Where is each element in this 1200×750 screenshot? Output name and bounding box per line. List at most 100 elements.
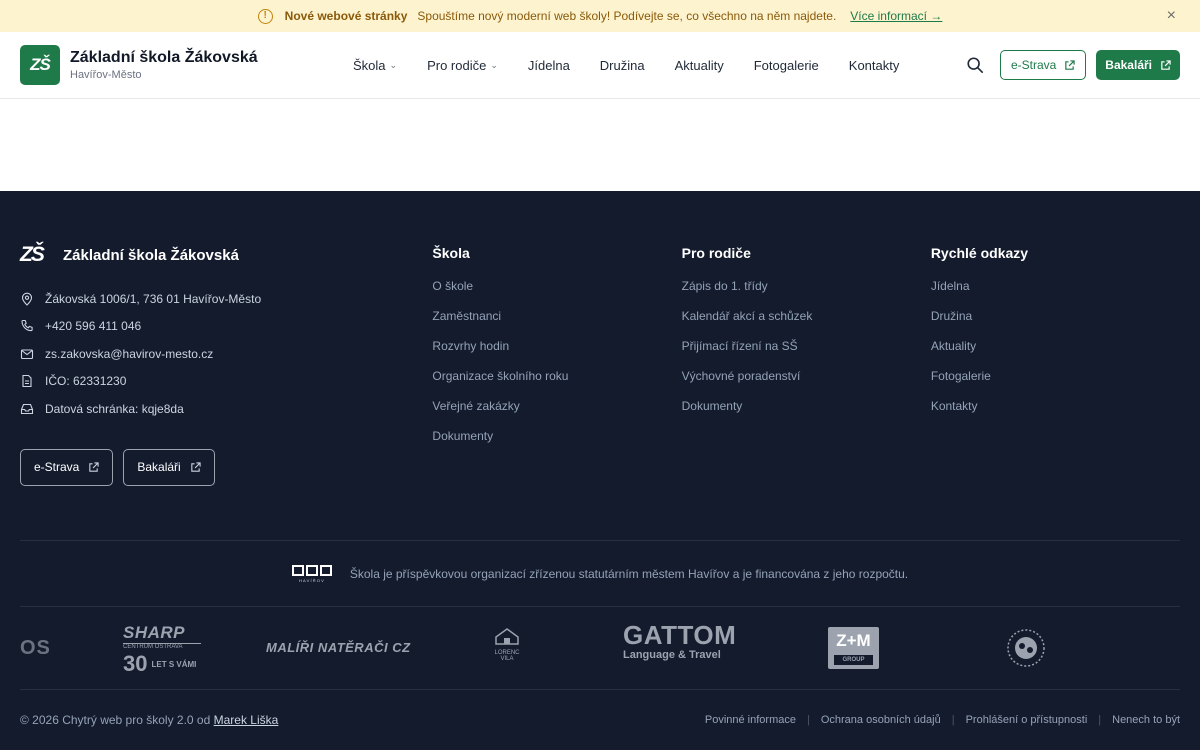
footer-link[interactable]: Dokumenty [432, 429, 681, 459]
havirov-city-logo[interactable]: HAVÍŘOV [291, 564, 332, 584]
footer-link[interactable]: Přijímací řízení na SŠ [682, 339, 931, 369]
school-name: Základní škola Žákovská [70, 49, 258, 66]
footer-top: ZŠ Základní škola Žákovská Žákovská 1006… [20, 191, 1180, 540]
site-header: ZŠ Základní škola Žákovská Havířov-Město… [0, 32, 1200, 99]
footer-brand[interactable]: ZŠ Základní škola Žákovská [20, 243, 432, 267]
legal-link-nenech-to-byt[interactable]: Nenech to být [1112, 714, 1180, 726]
nav-item-pro-rodice[interactable]: Pro rodiče ⌄ [427, 58, 498, 73]
footer-bakalari-button[interactable]: Bakaláři [123, 448, 215, 486]
sharp-logo-years: 30 [123, 651, 148, 676]
zm-logo-sub: GROUP [834, 655, 873, 665]
search-icon[interactable] [966, 56, 984, 74]
legal-links: Povinné informace | Ochrana osobních úda… [705, 714, 1180, 726]
sponsor-logo-lorenc[interactable]: LORENC VILA [490, 627, 524, 671]
footer-link[interactable]: Kalendář akcí a schůzek [682, 309, 931, 339]
contact-databox-text: Datová schránka: kqje8da [45, 401, 184, 416]
nav-item-label: Fotogalerie [753, 57, 819, 73]
sponsor-logo-malir[interactable]: MALÍŘI NATĚRAČI CZ [266, 640, 411, 655]
author-link[interactable]: Marek Liška [214, 713, 279, 727]
lorenc-logo-text: LORENC VILA [494, 650, 520, 662]
footer-link[interactable]: Jídelna [931, 279, 1180, 309]
funding-note: HAVÍŘOV Škola je příspěvkovou organizací… [20, 541, 1180, 606]
footer-logo: ZŠ [20, 243, 45, 266]
copyright: © 2026 Chytrý web pro školy 2.0 od Marek… [20, 713, 278, 727]
nav-item-kontakty[interactable]: Kontakty [849, 58, 900, 73]
main-nav: Škola ⌄ Pro rodiče ⌄ Jídelna Družina Aktua… [353, 58, 929, 73]
phone-icon [21, 320, 33, 332]
school-city: Havířov-Město [70, 69, 142, 81]
legal-link-povinne-informace[interactable]: Povinné informace [705, 714, 796, 726]
footer-column-title: Rychlé odkazy [930, 245, 1029, 261]
contact-ico-text: IČO: 62331230 [45, 374, 127, 389]
map-pin-icon [21, 292, 33, 306]
legal-link-pristupnost[interactable]: Prohlášení o přístupnosti [966, 714, 1088, 726]
nav-item-fotogalerie[interactable]: Fotogalerie [754, 58, 819, 73]
footer-estrava-button[interactable]: e-Strava [20, 448, 114, 486]
sponsor-logo-partial[interactable]: OS [20, 637, 51, 660]
sharp-logo-tag: LET S VÁMI [151, 659, 197, 669]
estrava-button[interactable]: e-Strava [999, 50, 1087, 80]
nav-item-label: Družina [599, 57, 645, 73]
contact-address: Žákovská 1006/1, 736 01 Havířov-Město [20, 285, 432, 313]
footer-estrava-label: e-Strava [34, 460, 80, 474]
mail-icon [20, 349, 34, 359]
contact-databox: Datová schránka: kqje8da [20, 395, 432, 423]
footer-school-name: Základní škola Žákovská [63, 246, 239, 264]
bakalari-button-label: Bakaláři [1105, 58, 1152, 72]
chevron-down-icon: ⌄ [490, 59, 498, 70]
page-content-blank [0, 99, 1200, 191]
external-link-icon [191, 461, 201, 472]
footer-link[interactable]: Fotogalerie [931, 369, 1180, 399]
footer-link[interactable]: Zaměstnanci [432, 309, 681, 339]
external-link-icon [1161, 59, 1171, 70]
footer-link[interactable]: Rozvrhy hodin [432, 339, 681, 369]
contact-email[interactable]: zs.zakovska@havirov-mesto.cz [20, 340, 432, 368]
close-icon[interactable]: × [1167, 7, 1176, 25]
footer-link[interactable]: Dokumenty [682, 399, 931, 429]
footer-link[interactable]: Aktuality [931, 339, 1180, 369]
footer-bottom: © 2026 Chytrý web pro školy 2.0 od Marek… [20, 690, 1180, 750]
announcement-more-link[interactable]: Více informací → [850, 9, 942, 23]
sponsor-logo-round-emblem[interactable] [1006, 628, 1046, 668]
header-actions: e-Strava Bakaláři [966, 50, 1180, 80]
contact-ico: IČO: 62331230 [20, 368, 432, 396]
legal-link-ochrana-udaju[interactable]: Ochrana osobních údajů [821, 714, 941, 726]
contact-address-text: Žákovská 1006/1, 736 01 Havířov-Město [45, 291, 262, 306]
external-link-icon [1065, 59, 1075, 70]
sponsor-logo-zm[interactable]: Z+M GROUP [828, 627, 879, 669]
announcement-text: Spouštíme nový moderní web školy! Podíve… [417, 9, 837, 23]
announcement-bar: ! Nové webové stránky Spouštíme nový mod… [0, 0, 1200, 32]
footer-link[interactable]: Zápis do 1. třídy [682, 279, 931, 309]
contact-phone[interactable]: +420 596 411 046 [20, 313, 432, 341]
gattom-logo-sub: Language & Travel [623, 649, 721, 661]
bakalari-button[interactable]: Bakaláři [1096, 50, 1180, 80]
nav-item-label: Aktuality [674, 57, 724, 73]
inbox-icon [20, 403, 34, 414]
footer-link[interactable]: O škole [432, 279, 681, 309]
separator: | [1098, 714, 1102, 726]
separator: | [951, 714, 955, 726]
footer-contact-column: ZŠ Základní škola Žákovská Žákovská 1006… [20, 243, 432, 540]
villa-icon [495, 628, 519, 645]
footer-link[interactable]: Veřejné zakázky [432, 399, 681, 429]
footer-link[interactable]: Výchovné poradenství [682, 369, 931, 399]
brand[interactable]: Základní škola Žákovská Havířov-Město [70, 49, 300, 81]
nav-item-druzina[interactable]: Družina [600, 58, 645, 73]
nav-item-aktuality[interactable]: Aktuality [675, 58, 724, 73]
contact-phone-text: +420 596 411 046 [45, 319, 142, 334]
nav-item-label: Kontakty [848, 57, 900, 73]
footer-link[interactable]: Organizace školního roku [432, 369, 681, 399]
footer-link[interactable]: Kontakty [931, 399, 1180, 429]
sponsor-logo-sharp[interactable]: SHARP CENTRUM OSTRAVA 30 LET S VÁMI [123, 623, 201, 677]
nav-item-skola[interactable]: Škola ⌄ [353, 58, 397, 73]
gattom-logo-text: GATTOM [623, 620, 737, 650]
footer-link[interactable]: Družina [931, 309, 1180, 339]
footer-column-pro-rodice: Pro rodiče Zápis do 1. třídy Kalendář ak… [682, 243, 931, 540]
nav-item-label: Škola [353, 57, 386, 73]
nav-item-jidelna[interactable]: Jídelna [528, 58, 570, 73]
havirov-logo-text: HAVÍŘOV [299, 578, 325, 583]
info-icon: ! [257, 8, 273, 24]
sponsor-logo-gattom[interactable]: GATTOM Language & Travel [623, 621, 743, 661]
chevron-down-icon: ⌄ [389, 59, 398, 70]
school-logo[interactable]: ZŠ [20, 45, 60, 85]
